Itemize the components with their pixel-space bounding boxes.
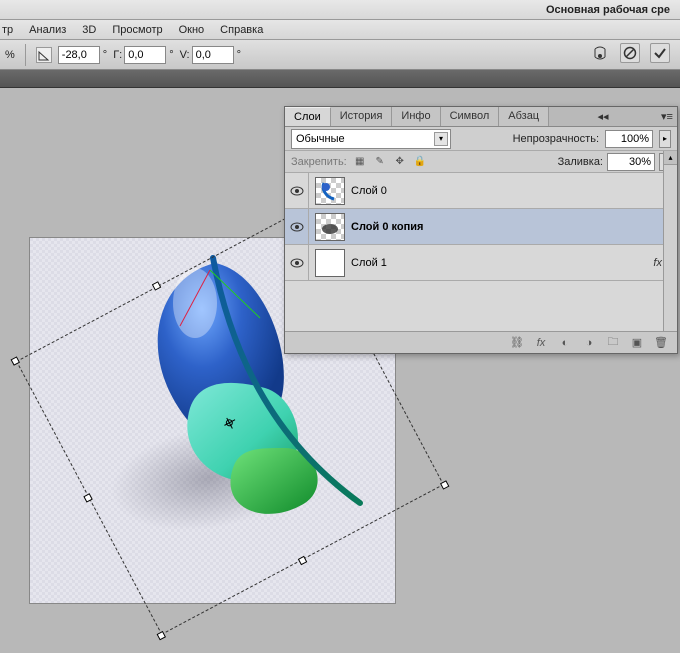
skew-v-field: V: ° <box>180 46 241 64</box>
layers-list: Слой 0 Слой 0 копия Слой 1 fx ▾ <box>285 173 677 331</box>
panel-tab-bar: Слои История Инфо Символ Абзац ◂◂ ▾≡ <box>285 107 677 127</box>
app-titlebar: Основная рабочая сре <box>0 0 680 20</box>
tab-paragraph[interactable]: Абзац <box>499 107 549 126</box>
fx-text: fx <box>653 257 662 269</box>
options-separator <box>25 44 26 66</box>
menu-help[interactable]: Справка <box>220 24 263 36</box>
degree-symbol-v: ° <box>237 49 241 61</box>
panel-collapse-icon[interactable]: ◂◂ <box>593 107 613 126</box>
tab-history[interactable]: История <box>331 107 393 126</box>
degree-symbol-h: ° <box>169 49 173 61</box>
skew-h-field: Г: ° <box>113 46 173 64</box>
new-group-icon[interactable]: 🗀 <box>605 335 621 351</box>
bbox-handle-br[interactable] <box>440 480 449 489</box>
menu-window[interactable]: Окно <box>179 24 205 36</box>
tab-layers[interactable]: Слои <box>285 107 331 126</box>
new-layer-icon[interactable]: ▣ <box>629 335 645 351</box>
layer-thumbnail[interactable] <box>315 249 345 277</box>
skew-v-input[interactable] <box>192 46 234 64</box>
eye-icon <box>290 222 304 232</box>
menu-view[interactable]: Просмотр <box>112 24 162 36</box>
lock-transparency-icon[interactable]: ▦ <box>353 155 367 169</box>
fill-label: Заливка: <box>558 156 603 168</box>
layers-panel-footer: ⛓ fx ◐ ◑ 🗀 ▣ 🗑 <box>285 331 677 353</box>
opacity-input[interactable] <box>605 130 653 148</box>
warp-mode-icon[interactable] <box>590 43 610 63</box>
layer-row[interactable]: Слой 0 <box>285 173 677 209</box>
layer-name[interactable]: Слой 0 копия <box>351 221 423 233</box>
layer-row[interactable]: Слой 0 копия <box>285 209 677 245</box>
lock-label: Закрепить: <box>291 156 347 168</box>
workspace-label[interactable]: Основная рабочая сре <box>546 4 670 16</box>
visibility-toggle[interactable] <box>285 173 309 208</box>
layers-scrollbar[interactable]: ▴ <box>663 151 677 331</box>
layer-mask-icon[interactable]: ◐ <box>557 335 573 351</box>
link-layers-icon[interactable]: ⛓ <box>509 335 525 351</box>
blend-mode-value: Обычные <box>296 133 345 145</box>
blend-mode-dropdown[interactable]: Обычные ▾ <box>291 129 451 149</box>
opacity-stepper[interactable]: ▸ <box>659 130 671 148</box>
layer-thumbnail[interactable] <box>315 177 345 205</box>
skew-h-input[interactable] <box>124 46 166 64</box>
percent-suffix: % <box>5 49 15 61</box>
blend-opacity-row: Обычные ▾ Непрозрачность: ▸ <box>285 127 677 151</box>
skew-v-label: V: <box>180 49 190 61</box>
layer-style-icon[interactable]: fx <box>533 335 549 351</box>
rotation-input[interactable] <box>58 46 100 64</box>
tab-character[interactable]: Символ <box>441 107 500 126</box>
delete-layer-icon[interactable]: 🗑 <box>653 335 669 351</box>
options-right-group <box>590 43 670 63</box>
lock-position-icon[interactable]: ✥ <box>393 155 407 169</box>
visibility-toggle[interactable] <box>285 245 309 280</box>
menu-filter-fragment[interactable]: тр <box>2 24 13 36</box>
lock-pixels-icon[interactable]: ✎ <box>373 155 387 169</box>
visibility-toggle[interactable] <box>285 209 309 244</box>
opacity-label: Непрозрачность: <box>513 133 599 145</box>
layer-name[interactable]: Слой 1 <box>351 257 387 269</box>
scroll-up-icon[interactable]: ▴ <box>664 151 677 165</box>
panel-menu-icon[interactable]: ▾≡ <box>657 107 677 126</box>
menu-3d[interactable]: 3D <box>82 24 96 36</box>
menu-bar: тр Анализ 3D Просмотр Окно Справка <box>0 20 680 40</box>
options-bar: % ° Г: ° V: ° <box>0 40 680 70</box>
eye-icon <box>290 186 304 196</box>
layer-name[interactable]: Слой 0 <box>351 185 387 197</box>
document-tab-strip <box>0 70 680 88</box>
layer-row[interactable]: Слой 1 fx ▾ <box>285 245 677 281</box>
menu-analysis[interactable]: Анализ <box>29 24 66 36</box>
layer-thumbnail[interactable] <box>315 213 345 241</box>
layers-empty-area <box>285 281 677 331</box>
skew-h-label: Г: <box>113 49 122 61</box>
lock-all-icon[interactable]: 🔒 <box>413 155 427 169</box>
adjustment-layer-icon[interactable]: ◑ <box>581 335 597 351</box>
chevron-down-icon: ▾ <box>434 132 448 146</box>
rotation-field: ° <box>58 46 107 64</box>
tab-info[interactable]: Инфо <box>392 107 440 126</box>
rotation-angle-icon[interactable] <box>36 47 52 63</box>
cancel-transform-button[interactable] <box>620 43 640 63</box>
layers-panel[interactable]: Слои История Инфо Символ Абзац ◂◂ ▾≡ Обы… <box>284 106 678 354</box>
commit-transform-button[interactable] <box>650 43 670 63</box>
fill-input[interactable] <box>607 153 655 171</box>
eye-icon <box>290 258 304 268</box>
lock-fill-row: Закрепить: ▦ ✎ ✥ 🔒 Заливка: ▸ <box>285 151 677 173</box>
degree-symbol: ° <box>103 49 107 61</box>
